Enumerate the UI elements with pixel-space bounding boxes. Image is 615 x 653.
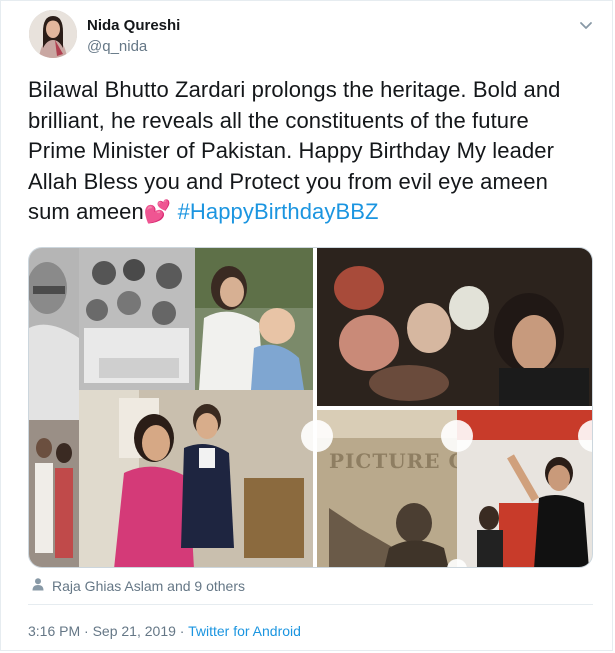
tweet-media-collage[interactable]: PICTURE CROUP xyxy=(28,247,593,568)
meta-separator: · xyxy=(175,623,189,639)
divider xyxy=(28,604,593,605)
tweet-line-last: sum ameen💕 #HappyBirthdayBBZ xyxy=(28,197,588,228)
tweet-line: sum ameen xyxy=(28,199,144,224)
tweet-text: Bilawal Bhutto Zardari prolongs the heri… xyxy=(28,75,588,228)
meta-separator: · xyxy=(80,623,93,639)
hearts-emoji-icon: 💕 xyxy=(143,199,172,224)
tweet-line: Bilawal Bhutto Zardari prolongs the heri… xyxy=(28,77,561,102)
author-handle[interactable]: @q_nida xyxy=(87,38,147,55)
tweet-date[interactable]: Sep 21, 2019 xyxy=(93,623,176,639)
chevron-down-icon[interactable] xyxy=(578,17,594,33)
avatar-image xyxy=(29,10,77,58)
likes-row[interactable]: Raja Ghias Aslam and 9 others xyxy=(31,577,245,594)
likes-text[interactable]: Raja Ghias Aslam and 9 others xyxy=(52,578,245,594)
tweet-time[interactable]: 3:16 PM xyxy=(28,623,80,639)
author-name[interactable]: Nida Qureshi xyxy=(87,17,180,34)
tweet-meta: 3:16 PM · Sep 21, 2019 · Twitter for And… xyxy=(28,623,301,639)
tweet-source-link[interactable]: Twitter for Android xyxy=(188,623,301,639)
tweet-line: Prime Minister of Pakistan. Happy Birthd… xyxy=(28,138,555,163)
tweet-card: Nida Qureshi @q_nida Bilawal Bhutto Zard… xyxy=(0,0,613,651)
hashtag-link[interactable]: #HappyBirthdayBBZ xyxy=(178,199,379,224)
tweet-line: Allah Bless you and Protect you from evi… xyxy=(28,168,548,194)
collage-image: PICTURE CROUP xyxy=(29,248,592,567)
person-icon xyxy=(31,577,45,594)
tweet-line: brilliant, he reveals all the constituen… xyxy=(28,107,529,133)
avatar[interactable] xyxy=(29,10,77,58)
